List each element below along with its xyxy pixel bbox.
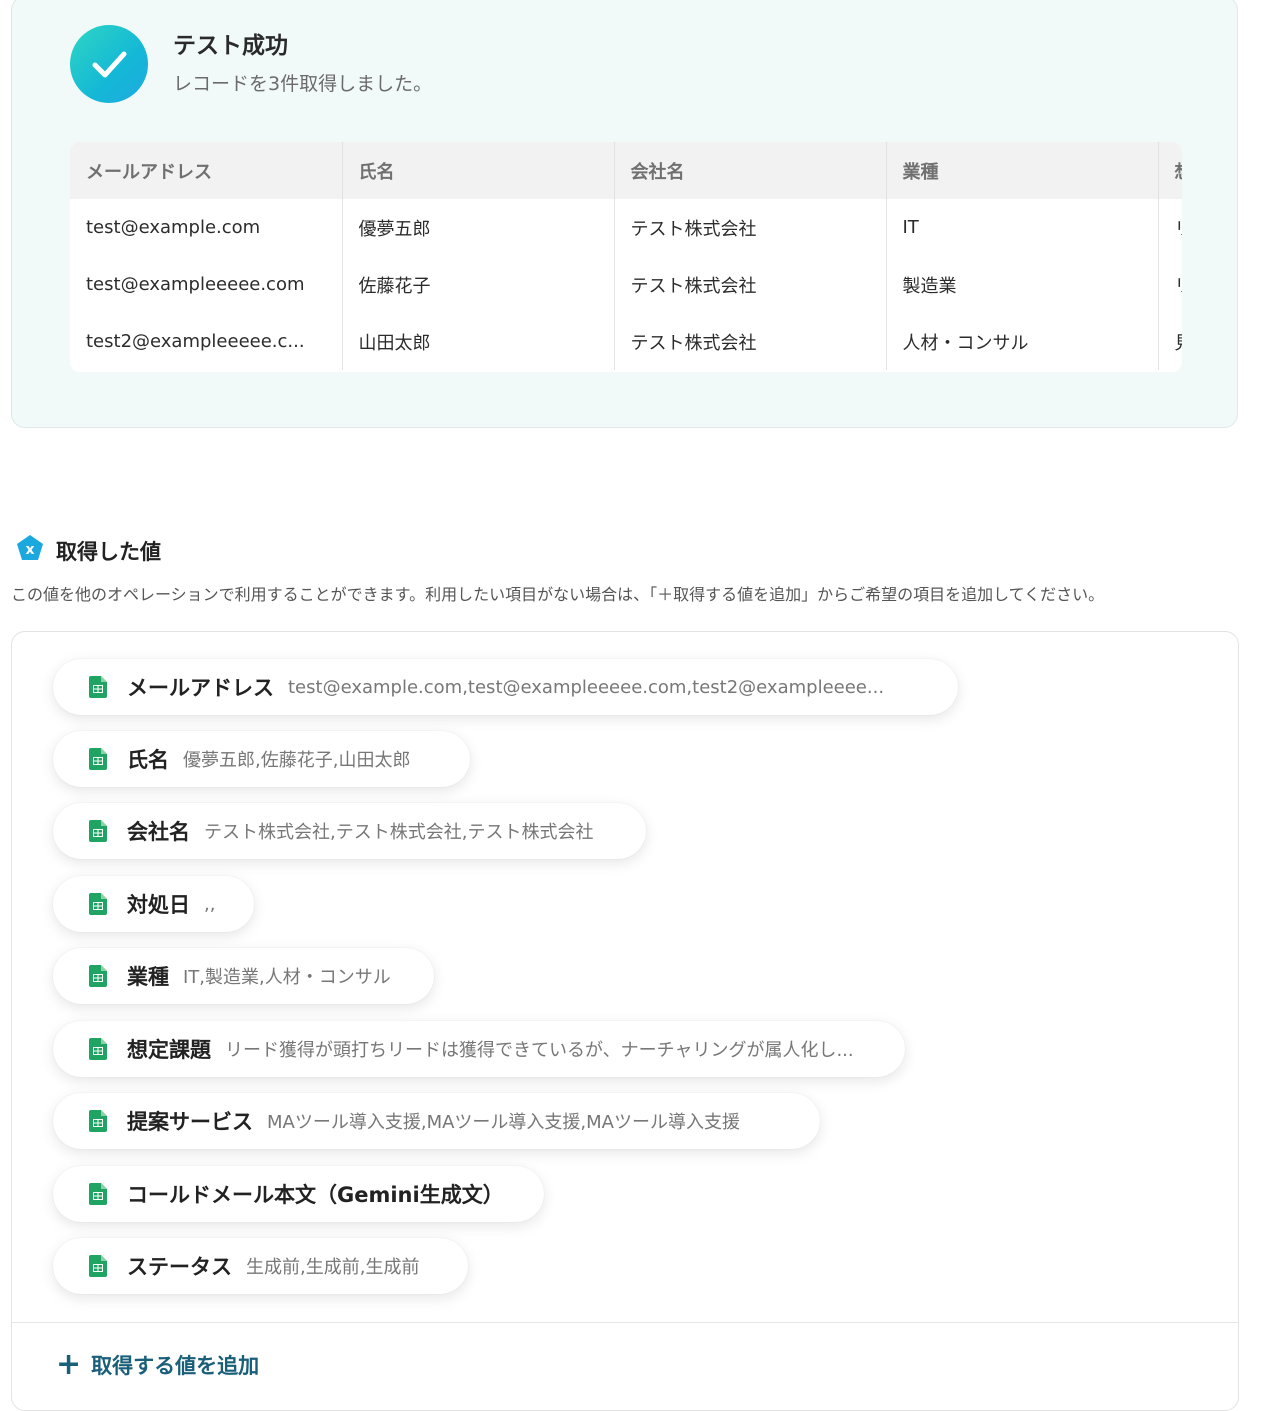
spreadsheet-icon: [89, 748, 107, 770]
chip-label: 会社名: [127, 820, 190, 844]
chip-label: 氏名: [127, 748, 169, 772]
chip-value: ,,: [204, 893, 216, 915]
value-chip-industry[interactable]: 業種 IT,製造業,人材・コンサル: [53, 948, 434, 1004]
table-cell: 佐藤花子: [342, 256, 615, 313]
table-cell: 山田太郎: [342, 313, 615, 370]
table-cell: リードは獲得できているが: [1158, 256, 1182, 313]
section-title: 取得した値: [56, 540, 161, 564]
table-cell: 製造業: [886, 256, 1159, 313]
variable-icon: x: [14, 533, 46, 565]
value-chip-issue[interactable]: 想定課題 リード獲得が頭打ちリードは獲得できているが、ナーチャリングが属人化し.…: [53, 1021, 905, 1077]
success-subtitle: レコードを3件取得しました。: [173, 73, 433, 95]
chip-value: test@example.com,test@exampleeeee.com,te…: [288, 676, 885, 698]
plus-icon: +: [56, 1347, 82, 1382]
chip-label: コールドメール本文（Gemini生成文）: [127, 1183, 504, 1207]
test-success-card: テスト成功 レコードを3件取得しました。 メールアドレス 氏名 会社名 業種 想…: [11, 0, 1238, 428]
table-row: test@example.com 優夢五郎 テスト株式会社 IT リード獲得が頭…: [70, 199, 1182, 256]
chip-value: リード獲得が頭打ちリードは獲得できているが、ナーチャリングが属人化し...: [225, 1040, 854, 1061]
chip-label: 想定課題: [127, 1038, 211, 1062]
table-row: test@exampleeeee.com 佐藤花子 テスト株式会社 製造業 リー…: [70, 256, 1182, 313]
spreadsheet-icon: [89, 893, 107, 915]
success-title: テスト成功: [173, 33, 288, 59]
chip-value: テスト株式会社,テスト株式会社,テスト株式会社: [204, 822, 594, 843]
table-cell: リード獲得が頭打ち: [1158, 199, 1182, 256]
section-description: この値を他のオペレーションで利用することができます。利用したい項目がない場合は、…: [11, 585, 1105, 604]
chip-value: MAツール導入支援,MAツール導入支援,MAツール導入支援: [267, 1112, 740, 1133]
chip-value: 優夢五郎,佐藤花子,山田太郎: [183, 750, 411, 771]
column-header: 会社名: [614, 142, 887, 199]
table-cell: 見込み: [1158, 313, 1182, 370]
spreadsheet-icon: [89, 1110, 107, 1132]
chip-value: 生成前,生成前,生成前: [246, 1257, 420, 1278]
value-chip-company[interactable]: 会社名 テスト株式会社,テスト株式会社,テスト株式会社: [53, 803, 646, 859]
chip-label: メールアドレス: [127, 676, 274, 700]
column-header: 業種: [886, 142, 1159, 199]
chip-label: 対処日: [127, 893, 190, 917]
check-circle-icon: [70, 25, 148, 103]
result-table: メールアドレス 氏名 会社名 業種 想定課題 test@example.com …: [70, 142, 1182, 370]
value-chip-name[interactable]: 氏名 優夢五郎,佐藤花子,山田太郎: [53, 731, 470, 787]
table-cell: テスト株式会社: [614, 256, 887, 313]
table-row: test2@exampleeeee.c... 山田太郎 テスト株式会社 人材・コ…: [70, 313, 1182, 370]
result-table-container[interactable]: メールアドレス 氏名 会社名 業種 想定課題 test@example.com …: [70, 142, 1182, 372]
spreadsheet-icon: [89, 820, 107, 842]
table-cell: テスト株式会社: [614, 199, 887, 256]
value-chip-cold-email[interactable]: コールドメール本文（Gemini生成文） ,,: [53, 1166, 544, 1222]
spreadsheet-icon: [89, 676, 107, 698]
value-chip-service[interactable]: 提案サービス MAツール導入支援,MAツール導入支援,MAツール導入支援: [53, 1093, 820, 1149]
add-value-label: 取得する値を追加: [91, 1354, 260, 1378]
chip-label: 提案サービス: [127, 1110, 253, 1134]
table-cell: test2@exampleeeee.c...: [70, 313, 343, 370]
svg-text:x: x: [25, 542, 34, 558]
chip-label: ステータス: [127, 1255, 232, 1279]
table-cell: 優夢五郎: [342, 199, 615, 256]
table-cell: IT: [886, 199, 1159, 256]
table-cell: テスト株式会社: [614, 313, 887, 370]
table-header-row: メールアドレス 氏名 会社名 業種 想定課題: [70, 142, 1182, 199]
chip-value: IT,製造業,人材・コンサル: [183, 967, 391, 988]
column-header: メールアドレス: [70, 142, 343, 199]
chip-label: 業種: [127, 965, 169, 989]
column-header: 想定課題: [1158, 142, 1182, 199]
value-chip-status[interactable]: ステータス 生成前,生成前,生成前: [53, 1238, 468, 1294]
divider: [12, 1322, 1238, 1323]
add-value-button[interactable]: + 取得する値を追加: [56, 1350, 259, 1380]
spreadsheet-icon: [89, 1038, 107, 1060]
value-chip-handling-date[interactable]: 対処日 ,,: [53, 876, 254, 932]
value-chip-email[interactable]: メールアドレス test@example.com,test@exampleeee…: [53, 659, 958, 715]
table-cell: 人材・コンサル: [886, 313, 1159, 370]
retrieved-values-card: メールアドレス test@example.com,test@exampleeee…: [11, 631, 1239, 1411]
column-header: 氏名: [342, 142, 615, 199]
table-cell: test@exampleeeee.com: [70, 256, 343, 313]
spreadsheet-icon: [89, 1255, 107, 1277]
table-cell: test@example.com: [70, 199, 343, 256]
spreadsheet-icon: [89, 1183, 107, 1205]
spreadsheet-icon: [89, 965, 107, 987]
